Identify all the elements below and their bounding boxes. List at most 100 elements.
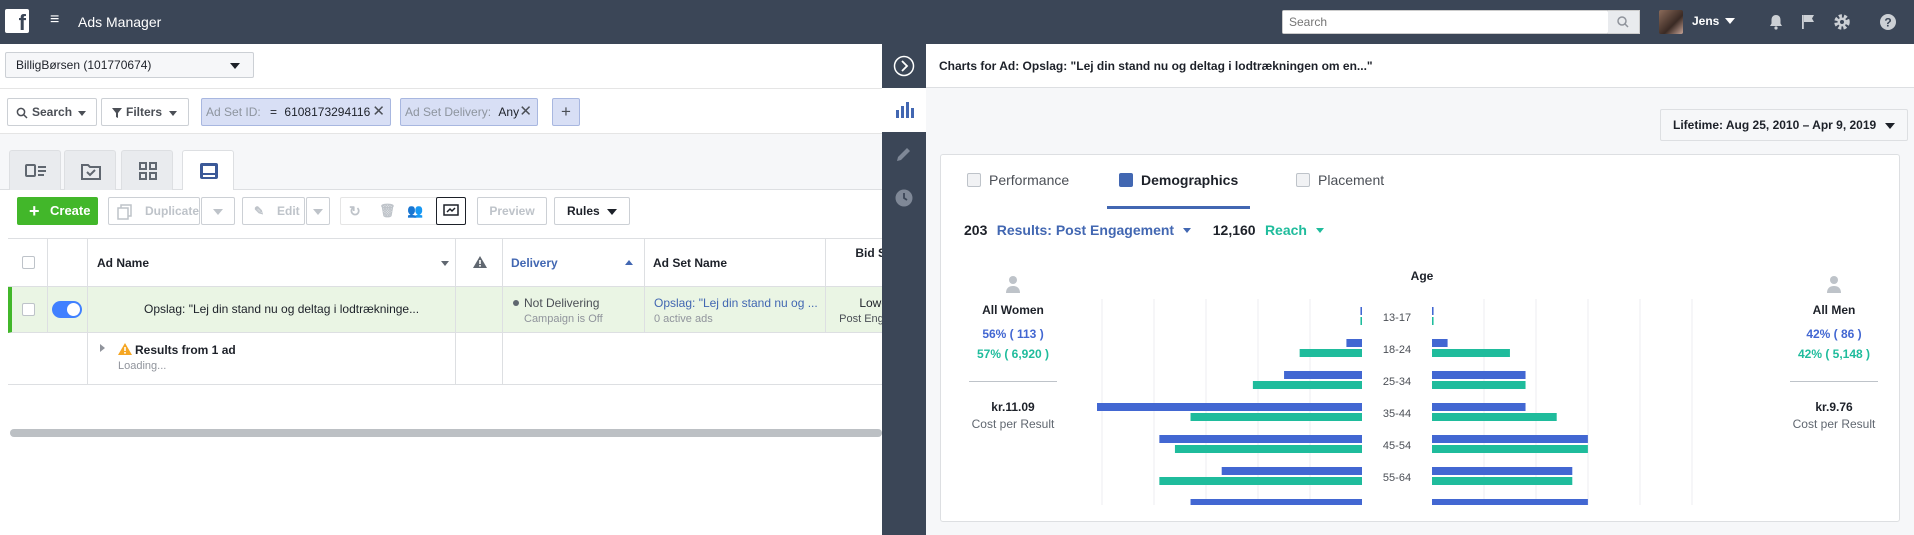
add-filter-button[interactable]: +	[552, 98, 580, 126]
bar-women-reach[interactable]	[1174, 445, 1362, 453]
column-header-bid-strategy[interactable]: Bid Str	[826, 239, 882, 287]
audience-icon[interactable]: 👥	[407, 198, 423, 224]
avatar[interactable]	[1659, 10, 1683, 34]
global-search-input[interactable]	[1283, 11, 1571, 33]
bar-men-reach[interactable]	[1432, 317, 1434, 325]
flag-icon[interactable]	[1798, 12, 1818, 32]
bar-men-results[interactable]	[1432, 371, 1526, 379]
close-icon[interactable]: ✕	[372, 99, 385, 125]
results-count: 203	[964, 222, 988, 238]
duplicate-icon	[117, 204, 132, 220]
tab-label: Performance	[989, 172, 1070, 188]
tab-performance[interactable]: Performance	[967, 169, 1069, 209]
bar-men-results[interactable]	[1432, 307, 1434, 315]
charts-pane: Charts for Ad: Opslag: "Lej din stand nu…	[926, 44, 1914, 535]
bar-men-results[interactable]	[1432, 339, 1448, 347]
bar-men-reach[interactable]	[1432, 349, 1510, 357]
filters-button[interactable]: Filters	[101, 98, 189, 126]
bar-men-results[interactable]	[1432, 499, 1588, 505]
ab-test-button[interactable]	[436, 197, 466, 225]
duplicate-menu-button[interactable]	[201, 197, 235, 225]
chevron-down-icon[interactable]	[1183, 228, 1192, 233]
tab-ads-grid[interactable]	[121, 150, 173, 190]
metric-selectors: 203 Results: Post Engagement 12,160 Reac…	[964, 222, 1325, 238]
app-title: Ads Manager	[78, 14, 162, 30]
bar-men-results[interactable]	[1432, 435, 1588, 443]
filter-chip-ad-set-id[interactable]: Ad Set ID: = 6108173294116 ✕	[201, 98, 391, 126]
chevron-down-icon	[607, 209, 617, 215]
duplicate-button[interactable]: Duplicate	[108, 197, 200, 225]
refresh-icon[interactable]: ↻	[349, 198, 361, 224]
men-results-pct: 42% ( 86 )	[1806, 327, 1862, 341]
account-selector[interactable]: BilligBørsen (101770674)	[5, 52, 254, 78]
column-header-ad-set-name[interactable]: Ad Set Name	[645, 239, 826, 287]
rail-edit-button[interactable]	[882, 132, 926, 176]
collapse-pane-button[interactable]	[882, 44, 926, 88]
help-icon[interactable]: ?	[1878, 12, 1898, 32]
bar-men-reach[interactable]	[1432, 413, 1557, 421]
ad-preview-icon	[200, 163, 218, 179]
column-header-delivery[interactable]: Delivery	[503, 239, 645, 287]
chevron-down-icon[interactable]	[1316, 228, 1325, 233]
preview-button[interactable]: Preview	[477, 197, 547, 225]
rules-button[interactable]: Rules	[554, 197, 630, 225]
bar-men-results[interactable]	[1432, 403, 1526, 411]
close-icon[interactable]: ✕	[519, 99, 532, 125]
rail-history-button[interactable]	[882, 176, 926, 220]
create-button[interactable]: + Create	[17, 197, 98, 225]
notifications-bell-icon[interactable]	[1766, 12, 1786, 32]
table-row[interactable]: Opslag: "Lej din stand nu og deltag i lo…	[8, 287, 882, 333]
search-filter-button[interactable]: Search	[7, 98, 97, 126]
search-button[interactable]	[1608, 10, 1640, 34]
bar-men-reach[interactable]	[1432, 445, 1588, 453]
date-range-selector[interactable]: Lifetime: Aug 25, 2010 – Apr 9, 2019	[1660, 109, 1908, 141]
expand-caret-icon[interactable]	[100, 344, 105, 352]
select-all-cell	[8, 239, 48, 287]
filter-chip-ad-set-delivery[interactable]: Ad Set Delivery: Any ✕	[400, 98, 538, 126]
menu-icon[interactable]: ≡	[50, 12, 64, 28]
facebook-logo-icon[interactable]: f	[5, 9, 29, 33]
bar-men-reach[interactable]	[1432, 381, 1526, 389]
tab-placement[interactable]: Placement	[1296, 169, 1384, 209]
rail-charts-button[interactable]	[882, 88, 926, 132]
horizontal-scrollbar[interactable]	[10, 429, 882, 437]
bar-women-results[interactable]	[1097, 403, 1362, 411]
status-dot-icon	[513, 300, 519, 306]
bar-women-results[interactable]	[1159, 435, 1362, 443]
bar-women-reach[interactable]	[1360, 317, 1362, 325]
row-checkbox[interactable]	[22, 303, 35, 316]
scrollbar-thumb[interactable]	[10, 429, 882, 437]
tab-demographics[interactable]: Demographics	[1107, 169, 1251, 209]
select-all-checkbox[interactable]	[22, 256, 35, 269]
bar-men-results[interactable]	[1432, 467, 1573, 475]
user-menu-caret-icon[interactable]	[1725, 18, 1735, 24]
results-summary-cell[interactable]: Results from 1 ad Loading...	[88, 333, 456, 384]
settings-gear-icon[interactable]	[1832, 12, 1852, 32]
bar-women-results[interactable]	[1190, 499, 1362, 505]
tab-campaigns[interactable]	[9, 150, 61, 190]
ad-set-link[interactable]: Opslag: "Lej din stand nu og ...	[654, 296, 825, 310]
ad-name-cell[interactable]: Opslag: "Lej din stand nu og deltag i lo…	[88, 287, 456, 332]
bar-women-results[interactable]	[1346, 339, 1362, 347]
bar-women-reach[interactable]	[1190, 413, 1362, 421]
bar-women-results[interactable]	[1221, 467, 1362, 475]
tab-ad-sets[interactable]	[64, 150, 116, 190]
edit-button[interactable]: ✎ Edit	[242, 197, 305, 225]
reach-metric-dropdown[interactable]: Reach	[1265, 222, 1307, 238]
bar-women-reach[interactable]	[1159, 477, 1362, 485]
tab-ads[interactable]	[182, 150, 234, 191]
left-pane: BilligBørsen (101770674) Search Filters …	[0, 44, 882, 535]
trash-icon[interactable]: 🗑	[379, 198, 396, 224]
ad-on-off-toggle[interactable]	[52, 301, 82, 318]
bar-women-reach[interactable]	[1299, 349, 1362, 357]
column-header-warnings[interactable]	[456, 239, 503, 287]
bar-women-reach[interactable]	[1252, 381, 1362, 389]
ad-name[interactable]: Opslag: "Lej din stand nu og deltag i lo…	[144, 302, 419, 316]
bar-women-results[interactable]	[1360, 307, 1362, 315]
bar-men-reach[interactable]	[1432, 477, 1573, 485]
bar-women-results[interactable]	[1284, 371, 1362, 379]
user-name[interactable]: Jens	[1692, 14, 1719, 28]
edit-menu-button[interactable]	[306, 197, 330, 225]
column-header-ad-name[interactable]: Ad Name	[88, 239, 456, 287]
results-metric-dropdown[interactable]: Results: Post Engagement	[997, 222, 1174, 238]
